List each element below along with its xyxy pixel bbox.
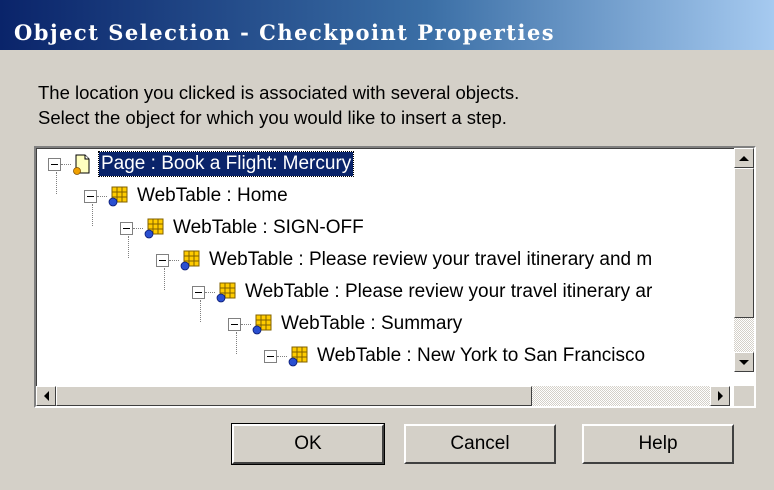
tree-item[interactable]: WebTable : Summary [228,308,464,340]
scrollbar-corner [734,386,754,406]
collapse-icon[interactable] [264,349,277,363]
webtable-icon [216,282,236,303]
collapse-icon[interactable] [156,253,169,267]
collapse-icon[interactable] [48,157,61,171]
tree-item-label[interactable]: WebTable : New York to San Francisco [315,344,647,368]
tree-item-label[interactable]: WebTable : SIGN-OFF [171,216,366,240]
tree-item-label[interactable]: WebTable : Summary [279,312,464,336]
horizontal-scrollbar[interactable] [36,386,730,406]
instructions-text: The location you clicked is associated w… [38,80,519,130]
collapse-icon[interactable] [192,285,205,299]
horizontal-scroll-thumb[interactable] [56,386,532,406]
vertical-scroll-thumb[interactable] [734,168,754,318]
arrow-down-icon [739,359,749,365]
scroll-left-button[interactable] [36,386,56,406]
ok-button[interactable]: OK [231,423,385,465]
arrow-right-icon [717,391,723,401]
webtable-icon [288,346,308,367]
webtable-icon [108,186,128,207]
scroll-right-button[interactable] [710,386,730,406]
arrow-left-icon [43,391,49,401]
scroll-down-button[interactable] [734,352,754,372]
arrow-up-icon [739,155,749,161]
instructions-line-1: The location you clicked is associated w… [38,82,520,103]
tree-item-label[interactable]: Page : Book a Flight: Mercury [97,151,355,177]
webtable-icon [180,250,200,271]
webtable-icon [252,314,272,335]
tree-item[interactable]: WebTable : Home [84,180,290,212]
object-tree[interactable]: Page : Book a Flight: Mercury WebTable :… [34,146,756,408]
help-button[interactable]: Help [582,424,734,464]
tree-item-label[interactable]: WebTable : Please review your travel iti… [243,280,654,304]
tree-item[interactable]: WebTable : Please review your travel iti… [192,276,654,308]
collapse-icon[interactable] [84,189,97,203]
page-icon [73,154,90,175]
instructions-line-2: Select the object for which you would li… [38,107,507,128]
tree-item[interactable]: WebTable : Please review your travel iti… [156,244,654,276]
webtable-icon [144,218,164,239]
vertical-scrollbar[interactable] [734,148,754,372]
tree-item[interactable]: WebTable : SIGN-OFF [120,212,366,244]
title-bar[interactable]: Object Selection - Checkpoint Properties [0,0,774,50]
tree-item-label[interactable]: WebTable : Home [135,184,290,208]
window-title: Object Selection - Checkpoint Properties [14,20,556,45]
tree-item[interactable]: Page : Book a Flight: Mercury [48,148,355,180]
cancel-button[interactable]: Cancel [404,424,556,464]
tree-item[interactable]: WebTable : New York to San Francisco [264,340,647,372]
tree-item-label[interactable]: WebTable : Please review your travel iti… [207,248,654,272]
collapse-icon[interactable] [120,221,133,235]
scroll-up-button[interactable] [734,148,754,168]
collapse-icon[interactable] [228,317,241,331]
